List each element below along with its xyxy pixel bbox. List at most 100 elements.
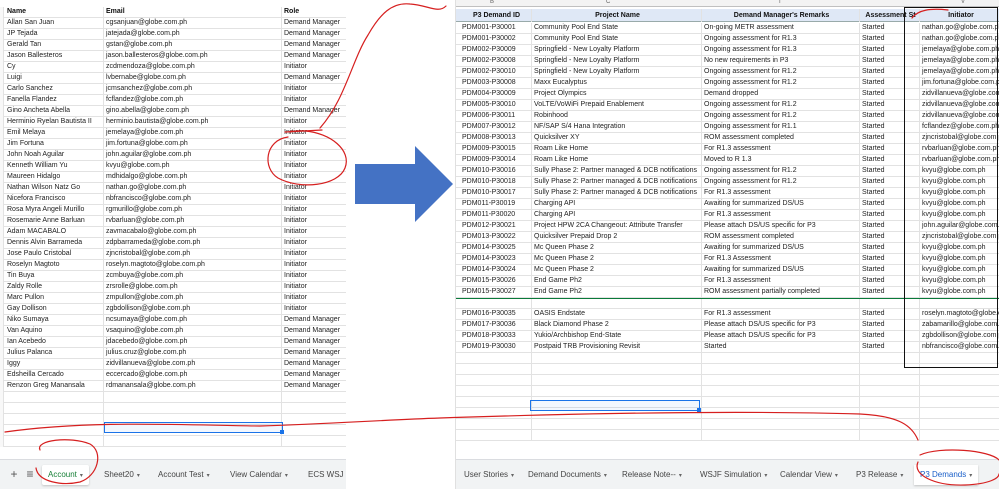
empty-cell[interactable]	[532, 430, 702, 441]
project-name-cell[interactable]: NF/SAP S/4 Hana Integration	[532, 122, 702, 133]
demand-id-cell[interactable]: PDM002-P30008	[460, 56, 532, 67]
sheet-tab-sheet20[interactable]: Sheet20 ▾	[98, 465, 146, 485]
demand-id-cell[interactable]: PDM008-P30013	[460, 133, 532, 144]
remarks-cell[interactable]: ROM assessment partially completed	[702, 287, 860, 298]
project-name-cell[interactable]: VoLTE/VoWiFi Prepaid Enablement	[532, 100, 702, 111]
name-cell[interactable]: Fanella Flandez	[5, 95, 104, 106]
remarks-cell[interactable]: Demand dropped	[702, 89, 860, 100]
demand-id-cell[interactable]: PDM014-P30023	[460, 254, 532, 265]
demand-id-cell[interactable]: PDM011-P30020	[460, 210, 532, 221]
role-cell[interactable]: Initiator	[282, 271, 346, 282]
remarks-cell[interactable]: Ongoing assessment for R1.2	[702, 100, 860, 111]
empty-cell[interactable]	[460, 386, 532, 397]
sheet-tab-ecs-wsj[interactable]: ECS WSJ▾	[302, 465, 346, 485]
role-cell[interactable]: Demand Manager	[282, 18, 346, 29]
empty-cell[interactable]	[532, 353, 702, 364]
empty-cell[interactable]	[460, 364, 532, 375]
demand-id-cell[interactable]: PDM010-P30016	[460, 166, 532, 177]
project-name-cell[interactable]: Sully Phase 2: Partner managed & DCB not…	[532, 177, 702, 188]
name-cell[interactable]: Zaldy Rolle	[5, 282, 104, 293]
sheet-tab-account-test[interactable]: Account Test ▾	[152, 465, 216, 485]
demand-id-cell[interactable]: PDM015-P30026	[460, 276, 532, 287]
sheet-tab-demand-documents[interactable]: Demand Documents ▾	[522, 465, 613, 485]
empty-cell[interactable]	[702, 353, 860, 364]
empty-cell[interactable]	[460, 430, 532, 441]
project-name-cell[interactable]: OASIS Endstate	[532, 309, 702, 320]
name-cell[interactable]: Luigi	[5, 73, 104, 84]
name-cell[interactable]: Maureen Hidalgo	[5, 172, 104, 183]
project-name-cell[interactable]: Project HPW 2CA Changeout: Attribute Tra…	[532, 221, 702, 232]
empty-cell[interactable]	[460, 408, 532, 419]
empty-cell[interactable]	[920, 430, 999, 441]
demand-id-cell[interactable]: PDM017-P30036	[460, 320, 532, 331]
role-cell[interactable]: Initiator	[282, 293, 346, 304]
sheet-tab-p3-release[interactable]: P3 Release ▾	[850, 465, 909, 485]
name-cell[interactable]: Nicefora Francisco	[5, 194, 104, 205]
project-name-cell[interactable]: Charging API	[532, 199, 702, 210]
name-cell[interactable]: Edsheilla Cercado	[5, 370, 104, 381]
sheet-tab-wsjf-simulation[interactable]: WSJF Simulation ▾	[694, 465, 773, 485]
role-cell[interactable]: Initiator	[282, 249, 346, 260]
empty-cell[interactable]	[920, 386, 999, 397]
project-name-cell[interactable]: Black Diamond Phase 2	[532, 320, 702, 331]
sheet-tab-user-stories[interactable]: User Stories ▾	[458, 465, 520, 485]
name-cell[interactable]: Rosemarie Anne Barluan	[5, 216, 104, 227]
project-name-cell[interactable]: Community Pool End State	[532, 23, 702, 34]
role-cell[interactable]: Initiator	[282, 205, 346, 216]
demand-id-cell[interactable]: PDM007-P30012	[460, 122, 532, 133]
name-cell[interactable]: Renzon Greg Manansala	[5, 381, 104, 392]
empty-cell[interactable]	[104, 436, 282, 447]
demand-id-cell[interactable]: PDM010-P30017	[460, 188, 532, 199]
email-cell[interactable]: zrsrolle@globe.com.ph	[104, 282, 282, 293]
email-cell[interactable]: zidvillanueva@globe.com.ph	[104, 359, 282, 370]
name-cell[interactable]: Jose Paulo Cristobal	[5, 249, 104, 260]
demand-id-cell[interactable]	[460, 298, 532, 309]
project-name-cell[interactable]: Mc Queen Phase 2	[532, 254, 702, 265]
empty-cell[interactable]	[5, 403, 104, 414]
remarks-cell[interactable]: Please attach DS/US specific for P3	[702, 221, 860, 232]
role-cell[interactable]: Demand Manager	[282, 348, 346, 359]
col-letter-b[interactable]: B	[490, 0, 494, 5]
demand-id-cell[interactable]: PDM014-P30025	[460, 243, 532, 254]
empty-cell[interactable]	[460, 375, 532, 386]
empty-cell[interactable]	[702, 397, 860, 408]
empty-cell[interactable]	[532, 364, 702, 375]
email-cell[interactable]: kvyu@globe.com.ph	[104, 161, 282, 172]
email-cell[interactable]: roselyn.magtoto@globe.com.ph	[104, 260, 282, 271]
name-cell[interactable]: Gay Dollison	[5, 304, 104, 315]
email-cell[interactable]: zjncristobal@globe.com.ph	[104, 249, 282, 260]
name-cell[interactable]: Tin Buya	[5, 271, 104, 282]
empty-cell[interactable]	[860, 397, 920, 408]
remarks-cell[interactable]: For R1.3 Assessment	[702, 254, 860, 265]
empty-cell[interactable]	[282, 414, 346, 425]
name-cell[interactable]: Emil Melaya	[5, 128, 104, 139]
add-sheet-icon[interactable]: +	[6, 466, 22, 482]
email-cell[interactable]: rdmanansala@globe.com.ph	[104, 381, 282, 392]
email-cell[interactable]: john.aguilar@globe.com.ph	[104, 150, 282, 161]
remarks-cell[interactable]: Please attach DS/US specific for P3	[702, 320, 860, 331]
name-cell[interactable]: Niko Sumaya	[5, 315, 104, 326]
empty-cell[interactable]	[860, 375, 920, 386]
chevron-down-icon[interactable]: ▾	[285, 473, 288, 479]
empty-cell[interactable]	[460, 353, 532, 364]
name-cell[interactable]: Nathan Wilson Natz Go	[5, 183, 104, 194]
empty-cell[interactable]	[282, 403, 346, 414]
email-cell[interactable]: jatejada@globe.com.ph	[104, 29, 282, 40]
remarks-cell[interactable]: Started	[702, 342, 860, 353]
remarks-cell[interactable]: For R1.3 assessment	[702, 188, 860, 199]
chevron-down-icon[interactable]: ▾	[900, 473, 903, 479]
chevron-down-icon[interactable]: ▾	[679, 473, 682, 479]
role-cell[interactable]: Demand Manager	[282, 381, 346, 392]
empty-cell[interactable]	[920, 397, 999, 408]
role-cell[interactable]: Demand Manager	[282, 29, 346, 40]
remarks-cell[interactable]: Ongoing assessment for R1.2	[702, 166, 860, 177]
email-cell[interactable]: zcmbuya@globe.com.ph	[104, 271, 282, 282]
empty-cell[interactable]	[282, 392, 346, 403]
name-cell[interactable]: Kenneth William Yu	[5, 161, 104, 172]
email-cell[interactable]: zdpbarrameda@globe.com.ph	[104, 238, 282, 249]
email-cell[interactable]: eccercado@globe.com.ph	[104, 370, 282, 381]
empty-cell[interactable]	[532, 375, 702, 386]
empty-cell[interactable]	[860, 408, 920, 419]
email-cell[interactable]: jdacebedo@globe.com.ph	[104, 337, 282, 348]
role-cell[interactable]: Initiator	[282, 238, 346, 249]
